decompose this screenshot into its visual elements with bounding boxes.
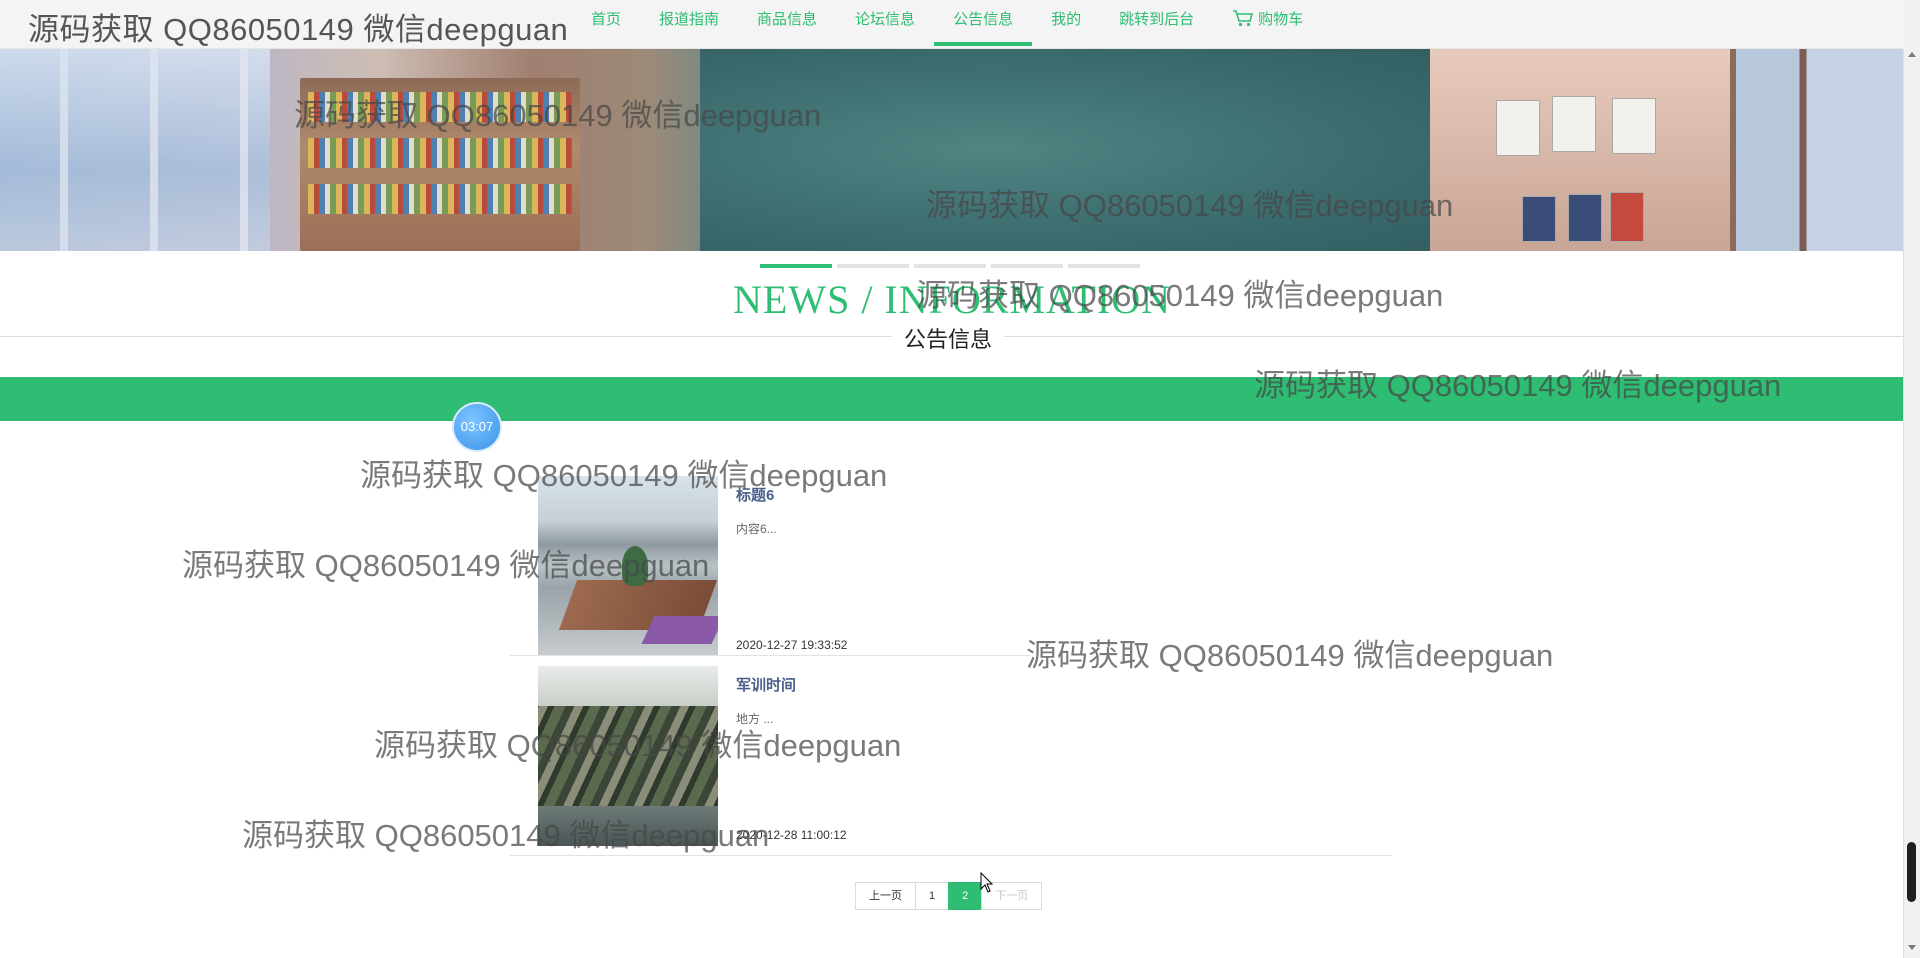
banner-slide-indicators <box>760 264 1140 268</box>
scrollbar-thumb[interactable] <box>1907 842 1916 902</box>
page-scrollbar[interactable] <box>1903 0 1920 958</box>
news-date: 2020-12-27 19:33:52 <box>736 638 848 652</box>
nav-item-announcements[interactable]: 公告信息 <box>934 0 1033 48</box>
news-date: 2020-12-28 11:00:12 <box>736 828 847 842</box>
banner-door <box>1730 48 1904 251</box>
top-nav-bar: 源码获取 QQ86050149 微信deepguan 首页 报道指南 商品信息 … <box>0 0 1904 49</box>
slide-indicator-3[interactable] <box>914 264 986 268</box>
slide-indicator-4[interactable] <box>991 264 1063 268</box>
cart-label: 购物车 <box>1258 11 1304 28</box>
slide-indicator-5[interactable] <box>1068 264 1140 268</box>
nav-item-cart[interactable]: 购物车 <box>1213 0 1322 48</box>
slide-indicator-2[interactable] <box>837 264 909 268</box>
page-button-1[interactable]: 1 <box>915 882 950 910</box>
page-button-2[interactable]: 2 <box>948 882 983 910</box>
mouse-cursor-icon <box>980 871 994 899</box>
news-content: 内容6... <box>736 522 777 536</box>
green-band <box>0 377 1904 421</box>
prev-page-button[interactable]: 上一页 <box>855 882 916 910</box>
news-thumbnail-image[interactable] <box>538 666 718 846</box>
scroll-up-arrow-icon[interactable] <box>1908 52 1916 57</box>
nav-item-forum[interactable]: 论坛信息 <box>836 0 934 48</box>
banner-chalkboard <box>700 48 1430 251</box>
nav-item-products[interactable]: 商品信息 <box>738 0 836 48</box>
section-title-cn: 公告信息 <box>892 322 1005 354</box>
news-thumbnail-image[interactable] <box>538 476 718 656</box>
news-title-link[interactable]: 军训时间 <box>736 674 796 695</box>
site-title: 源码获取 QQ86050149 微信deepguan <box>28 12 569 47</box>
nav-item-home[interactable]: 首页 <box>572 0 640 48</box>
slide-indicator-1[interactable] <box>760 264 832 268</box>
list-divider-line <box>510 655 1030 656</box>
news-content: 地方 ... <box>736 712 774 726</box>
list-item[interactable]: 标题6 内容6... 2020-12-27 19:33:52 <box>510 476 1392 656</box>
shopping-cart-icon <box>1232 3 1254 43</box>
section-title-en: NEWS / INFORMATION <box>733 277 1171 322</box>
banner-wall <box>1430 48 1730 251</box>
list-divider <box>510 655 1392 656</box>
list-divider <box>510 855 1392 856</box>
news-title-link[interactable]: 标题6 <box>736 484 774 505</box>
nav-item-mine[interactable]: 我的 <box>1032 0 1100 48</box>
list-item[interactable]: 军训时间 地方 ... 2020-12-28 11:00:12 <box>510 666 1392 846</box>
list-divider-line <box>510 855 1392 856</box>
time-badge: 03:07 <box>452 402 502 452</box>
scroll-down-arrow-icon[interactable] <box>1908 945 1916 950</box>
banner-image <box>0 48 1904 251</box>
banner-bookshelf <box>300 78 580 251</box>
main-nav: 首页 报道指南 商品信息 论坛信息 公告信息 我的 跳转到后台 购物车 <box>572 0 1322 48</box>
banner-window <box>0 48 270 251</box>
nav-item-admin[interactable]: 跳转到后台 <box>1100 0 1213 48</box>
pagination: 上一页 1 2 下一页 <box>855 882 1043 910</box>
nav-item-guide[interactable]: 报道指南 <box>640 0 738 48</box>
